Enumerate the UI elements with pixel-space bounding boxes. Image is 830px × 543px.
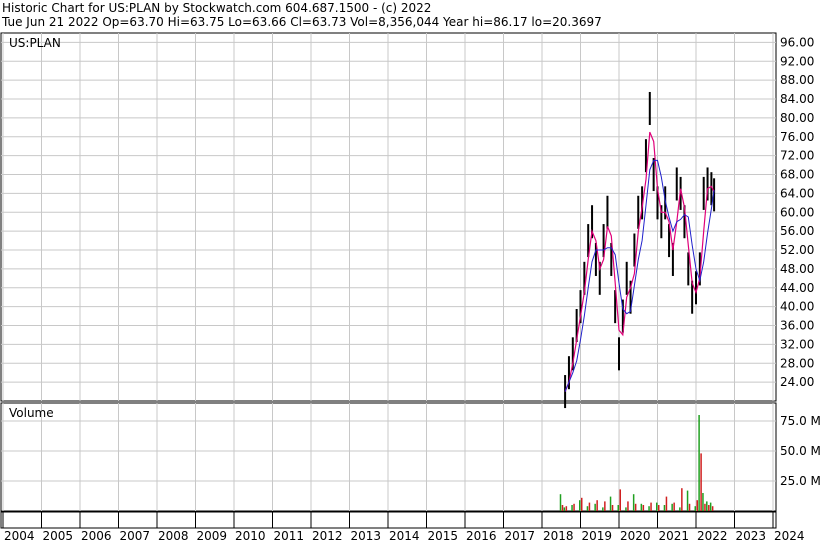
- year-tick-label: 2022: [697, 529, 728, 543]
- volume-bar-down: [708, 505, 710, 511]
- price-tick-label: 52.00: [780, 243, 814, 257]
- price-tick-label: 56.00: [780, 224, 814, 238]
- volume-bar-up: [559, 494, 562, 511]
- tick-layer: 2004 2005 2006 2007 2008 2009 2010 2011 2012 2013…: [2, 35, 821, 543]
- price-tick-label: 60.00: [780, 205, 814, 219]
- volume-bar-up: [602, 507, 604, 511]
- year-tick-label: 2009: [197, 529, 228, 543]
- year-tick-label: 2010: [235, 529, 266, 543]
- price-panel-title: US:PLAN: [9, 36, 61, 50]
- year-tick-label: 2013: [351, 529, 382, 543]
- volume-bar-down: [711, 506, 714, 511]
- volume-bar-up: [571, 505, 573, 511]
- year-tick-label: 2011: [274, 529, 305, 543]
- volume-bar-up: [686, 490, 689, 511]
- price-tick-label: 44.00: [780, 281, 814, 295]
- volume-bar-up: [706, 501, 708, 511]
- year-tick-label: 2015: [428, 529, 459, 543]
- volume-bar-up: [648, 506, 650, 511]
- volume-bar-down: [673, 502, 675, 511]
- volume-bar-down: [588, 502, 591, 511]
- price-tick-label: 40.00: [780, 300, 814, 314]
- price-tick-label: 96.00: [780, 35, 814, 49]
- price-tick-label: 24.00: [780, 375, 814, 389]
- volume-layer: [559, 415, 714, 511]
- price-tick-label: 32.00: [780, 337, 814, 351]
- price-tick-label: 88.00: [780, 73, 814, 87]
- year-tick-label: 2006: [81, 529, 112, 543]
- volume-bar-up: [594, 503, 596, 511]
- year-tick-label: 2020: [620, 529, 651, 543]
- volume-bar-down: [681, 488, 683, 511]
- price-tick-label: 68.00: [780, 168, 814, 182]
- price-tick-label: 80.00: [780, 111, 814, 125]
- volume-bar-down: [627, 501, 629, 511]
- volume-bar-down: [634, 503, 637, 511]
- year-tick-label: 2019: [582, 529, 613, 543]
- ma-short-line: [564, 131, 715, 392]
- volume-bar-down: [561, 505, 564, 511]
- volume-bar-up: [609, 496, 612, 511]
- volume-bar-up: [632, 494, 635, 511]
- volume-bar-down: [650, 502, 652, 511]
- volume-panel-title: Volume: [9, 406, 54, 420]
- volume-bar-down: [696, 500, 698, 511]
- grid-layer: [1, 33, 776, 511]
- volume-bar-up: [563, 507, 566, 511]
- volume-tick-label: 75.0 M: [780, 414, 821, 428]
- price-tick-label: 28.00: [780, 356, 814, 370]
- volume-bar-up: [698, 415, 700, 511]
- volume-bar-down: [581, 497, 583, 511]
- volume-bar-down: [658, 505, 660, 511]
- volume-bar-down: [704, 503, 706, 511]
- year-tick-label: 2014: [389, 529, 420, 543]
- volume-bar-down: [573, 503, 575, 511]
- volume-bar-down: [665, 496, 668, 511]
- volume-bar-up: [671, 503, 673, 511]
- year-tick-label: 2007: [120, 529, 151, 543]
- year-tick-label: 2004: [4, 529, 35, 543]
- year-tick-label: 2021: [659, 529, 690, 543]
- price-tick-label: 72.00: [780, 149, 814, 163]
- year-tick-label: 2018: [543, 529, 574, 543]
- volume-bar-up: [702, 493, 704, 511]
- year-tick-label: 2008: [158, 529, 189, 543]
- volume-tick-label: 50.0 M: [780, 444, 821, 458]
- volume-bar-down: [596, 500, 598, 511]
- volume-bar-down: [688, 503, 691, 511]
- chart-svg: 2004 2005 2006 2007 2008 2009 2010 2011 2012 2013…: [0, 32, 821, 543]
- price-tick-label: 92.00: [780, 54, 814, 68]
- year-tick-label: 2016: [466, 529, 497, 543]
- price-tick-label: 36.00: [780, 319, 814, 333]
- volume-bar-up: [679, 507, 681, 511]
- volume-bar-up: [586, 506, 589, 511]
- year-tick-label: 2005: [43, 529, 74, 543]
- volume-bar-down: [611, 505, 614, 511]
- volume-bar-down: [642, 505, 645, 511]
- volume-bar-up: [625, 507, 627, 511]
- chart-stage: Historic Chart for US:PLAN by Stockwatch…: [0, 0, 830, 543]
- year-tick-label: 2024: [774, 529, 805, 543]
- volume-bar-up: [656, 502, 658, 511]
- volume-bar-up: [617, 505, 619, 511]
- volume-bar-up: [709, 502, 712, 511]
- price-tick-label: 64.00: [780, 186, 814, 200]
- volume-bar-up: [694, 506, 696, 511]
- price-tick-label: 76.00: [780, 130, 814, 144]
- year-tick-label: 2023: [736, 529, 767, 543]
- year-tick-label: 2017: [505, 529, 536, 543]
- volume-bar-down: [619, 489, 621, 511]
- volume-tick-label: 25.0 M: [780, 474, 821, 488]
- volume-bar-up: [663, 505, 666, 511]
- volume-bar-down: [604, 501, 606, 511]
- volume-bar-up: [640, 503, 643, 511]
- price-tick-label: 84.00: [780, 92, 814, 106]
- volume-bar-up: [579, 500, 581, 511]
- volume-bar-down: [565, 506, 568, 511]
- volume-bar-down: [700, 453, 702, 511]
- year-tick-label: 2012: [312, 529, 343, 543]
- price-tick-label: 48.00: [780, 262, 814, 276]
